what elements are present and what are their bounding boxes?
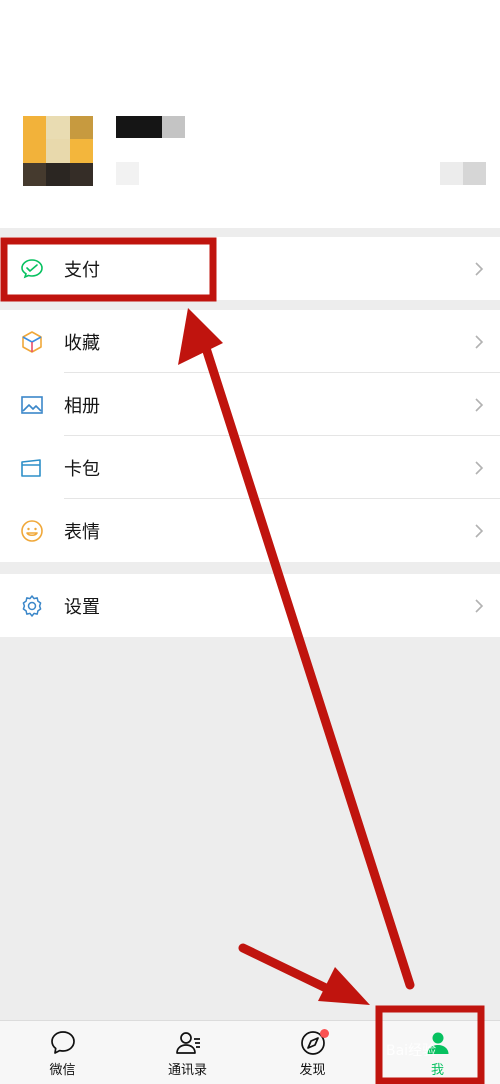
pay-group: 支付 bbox=[0, 237, 500, 300]
card-wallet-icon bbox=[21, 458, 41, 477]
menu-item-settings[interactable]: 设置 bbox=[0, 574, 500, 637]
wechat-id-redacted bbox=[116, 162, 139, 185]
chevron-right-icon bbox=[475, 523, 484, 538]
chevron-right-icon bbox=[475, 334, 484, 349]
qr-code-redacted[interactable] bbox=[440, 162, 486, 185]
chevron-right-icon bbox=[475, 397, 484, 412]
menu-item-album[interactable]: 相册 bbox=[0, 373, 500, 436]
services-group: 收藏 相册 卡包 表情 bbox=[0, 310, 500, 562]
tab-label: 通讯录 bbox=[167, 1063, 207, 1078]
menu-item-pay[interactable]: 支付 bbox=[0, 237, 500, 300]
chevron-right-icon bbox=[475, 261, 484, 276]
tab-label: 微信 bbox=[49, 1063, 76, 1078]
chevron-right-icon bbox=[475, 598, 484, 613]
arrow-down-to-me-tab bbox=[238, 943, 370, 1005]
tab-label: 发现 bbox=[299, 1063, 326, 1078]
menu-label-favorites: 收藏 bbox=[64, 332, 100, 354]
menu-item-cards[interactable]: 卡包 bbox=[0, 436, 500, 499]
cube-icon bbox=[22, 330, 42, 353]
avatar[interactable] bbox=[23, 116, 93, 186]
chevron-right-icon bbox=[475, 460, 484, 475]
menu-label-settings: 设置 bbox=[64, 596, 100, 618]
menu-label-cards: 卡包 bbox=[64, 458, 100, 480]
settings-group: 设置 bbox=[0, 574, 500, 637]
menu-label-stickers: 表情 bbox=[64, 521, 100, 543]
tab-chats[interactable]: 微信 bbox=[0, 1021, 125, 1084]
menu-item-favorites[interactable]: 收藏 bbox=[0, 310, 500, 373]
pay-icon bbox=[21, 258, 43, 278]
image-icon bbox=[21, 395, 43, 414]
nickname-redacted bbox=[116, 116, 185, 138]
profile-header[interactable] bbox=[0, 0, 500, 228]
menu-label-album: 相册 bbox=[64, 395, 100, 417]
tab-contacts[interactable]: 通讯录 bbox=[125, 1021, 250, 1084]
notification-badge bbox=[320, 1029, 329, 1038]
watermark: Bai经验 bbox=[386, 1043, 437, 1059]
contacts-icon bbox=[175, 1032, 200, 1054]
tab-discover[interactable]: 发现 bbox=[250, 1021, 375, 1084]
tab-label: 我 bbox=[430, 1063, 444, 1078]
smiley-icon bbox=[21, 519, 43, 542]
chat-icon bbox=[50, 1031, 75, 1054]
gear-icon bbox=[22, 594, 42, 617]
menu-item-stickers[interactable]: 表情 bbox=[0, 499, 500, 562]
menu-label-pay: 支付 bbox=[64, 259, 100, 281]
